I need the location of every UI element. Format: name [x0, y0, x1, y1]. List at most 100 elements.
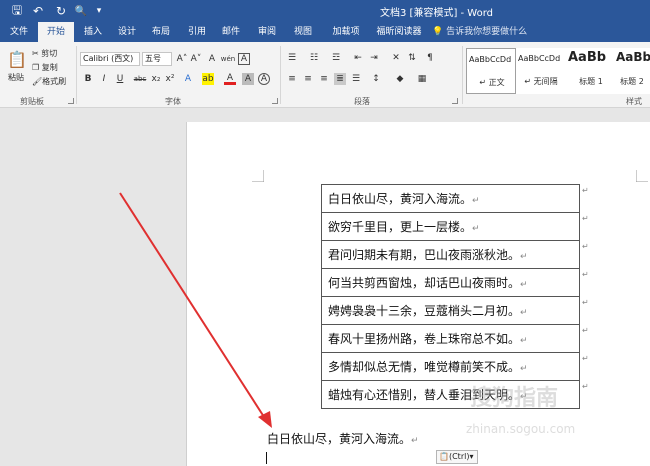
highlight-button[interactable]: ab — [202, 73, 214, 85]
cut-button[interactable]: ✂ 剪切 — [32, 48, 57, 60]
save-icon[interactable]: 🖫 — [10, 3, 24, 19]
customize-toolbar-icon[interactable]: ▾ — [94, 3, 104, 19]
subscript-button[interactable]: x₂ — [150, 73, 162, 85]
row-end-mark: ↵ — [582, 298, 589, 307]
chinese-layout-icon[interactable]: ✕ — [390, 52, 402, 64]
paragraph-mark: ↵ — [520, 364, 528, 374]
text-effects-button[interactable]: A — [182, 73, 194, 85]
copy-button[interactable]: ❐ 复制 — [32, 62, 58, 74]
tab-addins[interactable]: 加载项 — [326, 22, 366, 42]
table-cell[interactable]: 多情却似总无情，唯觉樽前笑不成。↵ — [321, 352, 580, 381]
style-sample: AaBb — [568, 50, 607, 65]
align-left-icon[interactable]: ≡ — [286, 73, 298, 85]
font-color-button[interactable]: A — [224, 73, 236, 85]
numbering-icon[interactable]: ☷ — [308, 52, 320, 64]
undo-icon[interactable]: ↶ — [30, 3, 46, 19]
tab-review[interactable]: 审阅 — [252, 22, 282, 42]
multilevel-list-icon[interactable]: ☲ — [330, 52, 342, 64]
group-divider — [462, 46, 463, 104]
borders-icon[interactable]: ▦ — [416, 73, 428, 85]
tab-home[interactable]: 开始 — [38, 22, 74, 42]
increase-indent-icon[interactable]: ⇥ — [368, 52, 380, 64]
distributed-icon[interactable]: ☰ — [350, 73, 362, 85]
justify-icon[interactable]: ≣ — [334, 73, 346, 85]
table-row: 娉娉袅袅十三余，豆蔻梢头二月初。↵ — [321, 296, 580, 325]
table-cell[interactable]: 白日依山尽，黄河入海流。↵ — [321, 184, 580, 213]
paragraph-mark: ↵ — [472, 196, 480, 206]
character-border-button[interactable]: A — [238, 53, 250, 65]
title-bar: 🖫 ↶ ↻ 🔍 ▾ 文档3 [兼容模式] - Word — [0, 0, 650, 22]
style-heading-2[interactable]: AaBb 标题 2 — [614, 48, 650, 94]
tab-view[interactable]: 视图 — [288, 22, 318, 42]
style-heading-1[interactable]: AaBb 标题 1 — [566, 48, 616, 94]
enclose-character-button[interactable]: A — [258, 73, 270, 85]
line-spacing-icon[interactable]: ↕ — [370, 73, 382, 85]
paste-options-label: (Ctrl)▾ — [448, 452, 474, 461]
paragraph-dialog-launcher-icon[interactable] — [452, 98, 458, 104]
brush-icon: 🖌 — [32, 77, 43, 86]
style-name: ↵ 无间隔 — [524, 77, 558, 86]
superscript-button[interactable]: x² — [164, 73, 176, 85]
table-row: 春风十里扬州路，卷上珠帘总不如。↵ — [321, 324, 580, 353]
bold-button[interactable]: B — [82, 73, 94, 85]
table-row: 君问归期未有期，巴山夜雨涨秋池。↵ — [321, 240, 580, 269]
clear-format-button[interactable]: A — [206, 53, 218, 65]
table-row: 欲穷千里目，更上一层楼。↵ — [321, 212, 580, 241]
row-end-mark: ↵ — [582, 326, 589, 335]
sort-icon[interactable]: ⇅ — [406, 52, 418, 64]
paste-icon[interactable]: 📋 — [7, 48, 27, 70]
grow-font-button[interactable]: A˄ — [176, 53, 188, 65]
format-painter-button[interactable]: 🖌格式刷 — [32, 76, 66, 88]
style-sample: AaBbCcDd — [469, 55, 512, 64]
tell-me-text: 告诉我你想要做什么 — [446, 27, 528, 37]
strikethrough-button[interactable]: abc — [132, 73, 148, 85]
clipboard-dialog-launcher-icon[interactable] — [68, 98, 74, 104]
table-row: 何当共剪西窗烛，却话巴山夜雨时。↵ — [321, 268, 580, 297]
cell-text: 娉娉袅袅十三余，豆蔻梢头二月初。 — [328, 304, 521, 318]
align-right-icon[interactable]: ≡ — [318, 73, 330, 85]
table-cell[interactable]: 娉娉袅袅十三余，豆蔻梢头二月初。↵ — [321, 296, 580, 325]
table-cell[interactable]: 春风十里扬州路，卷上珠帘总不如。↵ — [321, 324, 580, 353]
redo-icon[interactable]: ↻ — [54, 3, 68, 19]
group-label-styles: 样式 — [626, 97, 642, 106]
font-size-dropdown[interactable]: 五号 — [142, 52, 172, 66]
group-divider — [76, 46, 77, 104]
paste-options-button[interactable]: 📋(Ctrl)▾ — [436, 450, 478, 464]
bullets-icon[interactable]: ☰ — [286, 52, 298, 64]
cell-text: 白日依山尽，黄河入海流。 — [328, 192, 473, 206]
phonetic-guide-button[interactable]: wén — [221, 53, 235, 65]
row-end-mark: ↵ — [582, 354, 589, 363]
tell-me-search[interactable]: 💡 告诉我你想要做什么 — [432, 22, 527, 42]
align-center-icon[interactable]: ≡ — [302, 73, 314, 85]
underline-button[interactable]: U — [114, 73, 126, 85]
style-name: 标题 2 — [620, 77, 644, 86]
tab-insert[interactable]: 插入 — [78, 22, 108, 42]
style-no-spacing[interactable]: AaBbCcDd ↵ 无间隔 — [516, 48, 566, 94]
tab-design[interactable]: 设计 — [112, 22, 142, 42]
italic-button[interactable]: I — [98, 73, 110, 85]
table-cell[interactable]: 君问归期未有期，巴山夜雨涨秋池。↵ — [321, 240, 580, 269]
table-cell[interactable]: 何当共剪西窗烛，却话巴山夜雨时。↵ — [321, 268, 580, 297]
paragraph-mark: ↵ — [520, 252, 528, 262]
table-cell[interactable]: 欲穷千里目，更上一层楼。↵ — [321, 212, 580, 241]
font-dialog-launcher-icon[interactable] — [272, 98, 278, 104]
print-preview-icon[interactable]: 🔍 — [74, 3, 88, 19]
tab-mailings[interactable]: 邮件 — [216, 22, 246, 42]
group-label-clipboard: 剪贴板 — [20, 97, 44, 106]
shrink-font-button[interactable]: A˅ — [190, 53, 202, 65]
decrease-indent-icon[interactable]: ⇤ — [352, 52, 364, 64]
tab-layout[interactable]: 布局 — [146, 22, 176, 42]
shading-icon[interactable]: ◆ — [394, 73, 406, 85]
style-normal[interactable]: AaBbCcDd ↵ 正文 — [466, 48, 516, 94]
pasted-paragraph[interactable]: 白日依山尽，黄河入海流。↵ — [267, 430, 419, 447]
poem-table[interactable]: 白日依山尽，黄河入海流。↵ 欲穷千里目，更上一层楼。↵ 君问归期未有期，巴山夜雨… — [321, 184, 580, 409]
tab-file[interactable]: 文件 — [4, 22, 34, 42]
tab-references[interactable]: 引用 — [182, 22, 212, 42]
font-name-dropdown[interactable]: Calibri (西文) — [80, 52, 140, 66]
row-end-mark: ↵ — [582, 382, 589, 391]
paragraph-mark: ↵ — [520, 308, 528, 318]
character-shading-button[interactable]: A — [242, 73, 254, 85]
show-marks-icon[interactable]: ¶ — [424, 52, 436, 64]
tab-foxit-reader[interactable]: 福昕阅读器 — [372, 22, 426, 42]
paste-button[interactable]: 粘贴 — [8, 72, 24, 84]
